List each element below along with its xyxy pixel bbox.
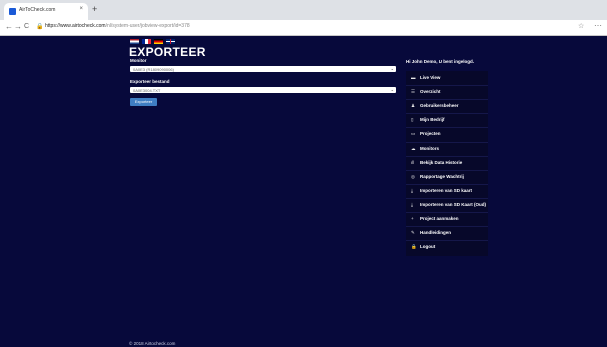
sidebar-item-label: Live View [420,75,441,80]
sidebar-item-logout[interactable]: 🔒 Logout [406,241,488,253]
sidebar-item-label: Logout [420,244,436,250]
monitor-icon: ▬ [411,75,416,80]
bar-chart-icon: ıll [411,159,415,165]
sidebar-item-label: Bekijk Data Historie [420,159,463,165]
gb-flag-icon[interactable] [166,39,175,44]
plus-icon: + [411,216,414,221]
lock-icon: 🔒 [411,244,417,250]
sidebar-item-rapportage-wachtrij[interactable]: ◎ Rapportage Wachtrij [406,171,488,183]
export-file-label: Exporteer bestand [130,79,170,84]
favicon-icon [9,8,16,15]
list-icon: ☰ [411,89,416,95]
export-file-select[interactable]: 0A0E3004.TXT ⌄ [130,87,396,93]
sidebar-item-overzicht[interactable]: ☰ Overzicht [406,86,488,98]
login-greeting: Hi John Demo, U bent ingelogd. [406,59,474,64]
address-bar[interactable]: 🔒 https://www.airtocheck.com/nl/system-u… [34,22,574,32]
clock-icon: ◎ [411,173,415,179]
sidebar-item-label: Importeren van SD Kaart (Oud) [420,201,487,207]
sidebar-item-monitors[interactable]: ☁ Monitors [406,143,488,155]
sidebar-item-label: Rapportage Wachtrij [420,173,464,179]
sidebar-item-bekijk-data-historie[interactable]: ıll Bekijk Data Historie [406,157,488,169]
bookmark-star-icon[interactable]: ☆ [578,22,584,30]
chevron-down-icon: ⌄ [390,87,394,92]
url-text: https://www.airtocheck.com/nl/system-use… [45,23,190,29]
sidebar-item-label: Gebruikersbeheer [420,103,459,109]
side-menu: ▬ Live View ☰ Overzicht ♟ Gebruikersbeheer ▯ Mi… [406,71,488,256]
lock-icon: 🔒 [36,24,44,30]
tab-title: AirToCheck.com [19,7,56,13]
monitor-select[interactable]: 0A0E3 (R1809090006) ⌄ [130,66,396,72]
new-tab-button[interactable]: + [92,4,97,14]
sidebar-item-handleidingen[interactable]: ✎ Handleidingen [406,227,488,239]
sidebar-item-label: Importeren van SD kaart [420,187,473,193]
reload-icon[interactable]: C [24,22,29,32]
pencil-icon: ✎ [411,230,415,236]
sidebar-item-label: Overzicht [420,89,441,95]
sidebar-item-label: Monitors [420,145,439,151]
export-file-select-value: 0A0E3004.TXT [133,87,161,93]
sidebar-item-importeren-van-sd-kaart[interactable]: ⤓ Importeren van SD kaart [406,185,488,197]
url-host: https://www.airtocheck.com [45,23,106,29]
sidebar-item-mijn-bedrijf[interactable]: ▯ Mijn Bedrijf [406,114,488,126]
sidebar-item-live-view[interactable]: ▬ Live View [406,72,488,84]
sidebar-item-importeren-van-sd-kaart-oud[interactable]: ⤓ Importeren van SD Kaart (Oud) [406,199,488,211]
chevron-down-icon: ⌄ [390,66,394,71]
sidebar-item-label: Project aanmaken [420,216,459,221]
tab-close-icon[interactable]: × [79,6,83,12]
browser-tab-strip: AirToCheck.com × + [0,0,607,20]
url-path: /nl/system-user/jobview-export/id=378 [105,23,190,29]
forward-icon[interactable]: → [14,22,22,32]
sidebar-item-label: Handleidingen [420,230,452,236]
export-button[interactable]: Exporteer [130,98,157,106]
sidebar-item-projecten[interactable]: ▭ Projecten [406,128,488,140]
nl-flag-icon[interactable] [130,39,139,44]
building-icon: ▯ [411,117,414,123]
users-icon: ♟ [411,103,416,109]
download-icon: ⤓ [411,201,413,207]
language-flags [130,39,178,44]
browser-tab[interactable]: AirToCheck.com × [4,3,88,20]
page-title: EXPORTEER [129,45,206,59]
browser-toolbar: ← → C 🔒 https://www.airtocheck.com/nl/sy… [0,20,607,36]
footer-copyright: © 2018 Airtocheck.com [129,341,176,346]
browser-menu-icon[interactable]: ⋯ [594,21,602,30]
sidebar-item-label: Projecten [420,131,441,137]
monitor-select-value: 0A0E3 (R1809090006) [133,66,174,72]
download-icon: ⤓ [411,187,413,193]
back-icon[interactable]: ← [5,22,13,32]
sidebar-item-gebruikersbeheer[interactable]: ♟ Gebruikersbeheer [406,100,488,112]
desktop-icon: ▭ [411,131,416,137]
cloud-icon: ☁ [411,145,416,151]
de-flag-icon[interactable] [154,39,163,44]
sidebar-item-project-aanmaken[interactable]: + Project aanmaken [406,213,488,225]
monitor-label: Monitor [130,58,147,63]
fr-flag-icon[interactable] [142,39,151,44]
sidebar-item-label: Mijn Bedrijf [420,117,445,123]
